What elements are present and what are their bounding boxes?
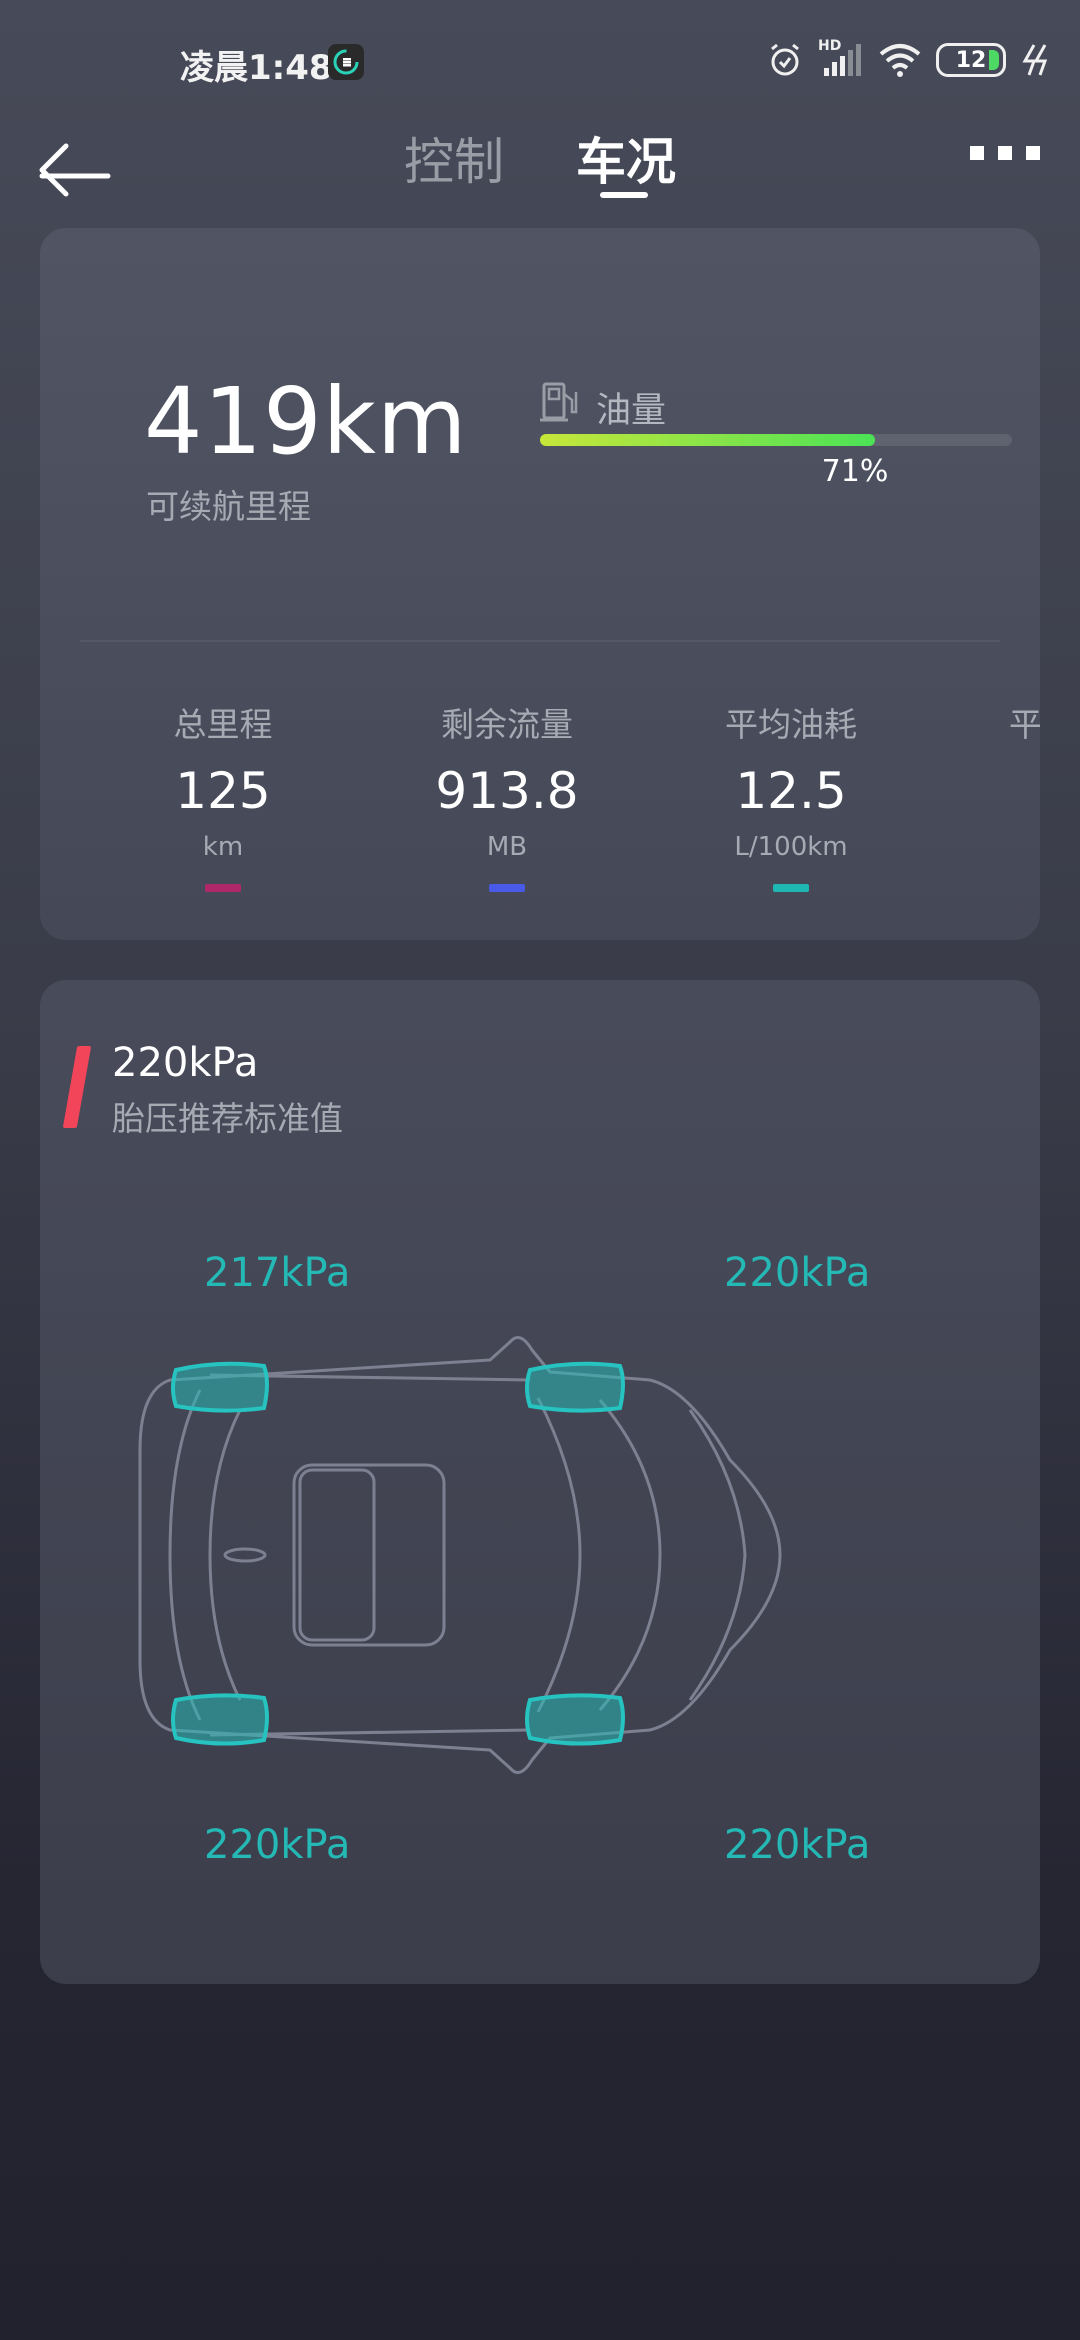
more-dot-icon (970, 146, 984, 160)
top-navigation: 控制 车况 (0, 110, 1080, 220)
more-dot-icon (998, 146, 1012, 160)
stat-average-fuel-consumption[interactable]: 平均油耗 12.5 L/100km (661, 698, 921, 892)
fuel-level-fill (540, 434, 875, 446)
tab-vehicle-status[interactable]: 车况 (576, 122, 676, 194)
tire-front-left (171, 1361, 269, 1413)
more-options-button[interactable] (970, 138, 1040, 168)
range-label: 可续航里程 (146, 487, 311, 526)
stat-total-mileage[interactable]: 总里程 125 km (93, 698, 353, 892)
tab-control[interactable]: 控制 (404, 122, 504, 194)
battery-icon: 12 (936, 43, 1006, 77)
wifi-icon (879, 44, 921, 77)
app-notification-icon (328, 44, 364, 80)
tire-rear-left (171, 1693, 269, 1746)
stat-value: 125 (175, 762, 271, 820)
stat-color-bar (489, 884, 525, 892)
fuel-label: 油量 (596, 391, 667, 431)
tire-pressure-front-left: 217kPa (204, 1250, 351, 1296)
status-icons: HD 12 (766, 38, 1050, 80)
tire-standard-label: 胎压推荐标准值 (112, 1099, 343, 1138)
stat-unit: MB (486, 832, 528, 862)
divider (80, 640, 1000, 642)
stat-value: 1 (945, 762, 1040, 824)
accent-marker (62, 1046, 92, 1128)
stat-color-bar (773, 884, 809, 892)
tire-pressure-card: 220kPa 胎压推荐标准值 217kPa 220kPa 220kPa 220k… (40, 980, 1040, 1984)
fuel-percent: 71% (821, 454, 889, 489)
active-tab-indicator (600, 192, 648, 198)
tire-standard-value: 220kPa (112, 1040, 259, 1086)
tire-rear-right (525, 1693, 625, 1746)
stat-value: 12.5 (735, 762, 847, 820)
range-value: 419km (144, 368, 468, 475)
stat-label: 剩余流量 (441, 705, 573, 744)
alarm-icon (771, 43, 799, 76)
tire-front-right (525, 1361, 625, 1413)
car-top-view-illustration (138, 1336, 782, 1774)
battery-level: 12 (955, 47, 987, 73)
stat-remaining-data[interactable]: 剩余流量 913.8 MB (377, 698, 637, 892)
back-arrow-icon (39, 143, 111, 197)
more-dot-icon (1026, 146, 1040, 160)
status-time: 凌晨1:48 (180, 48, 333, 88)
stat-unit: km (945, 832, 1040, 868)
fuel-pump-icon (540, 382, 578, 422)
stat-label: 平均油耗 (725, 705, 857, 744)
stat-label: 平均车速 (1009, 705, 1040, 744)
range-card: 419km 可续航里程 油量 71% 总里程 125 km 剩余流量 913.8… (40, 228, 1040, 940)
stat-color-bar (205, 884, 241, 892)
stat-average-speed[interactable]: 平均车速 1 km (945, 698, 1040, 892)
tire-pressure-rear-right: 220kPa (724, 1822, 871, 1868)
stat-unit: L/100km (734, 832, 848, 862)
stat-unit: km (202, 832, 244, 862)
fuel-level-bar (540, 434, 1012, 446)
signal-icon: HD (818, 38, 864, 80)
stat-label: 总里程 (173, 705, 273, 744)
stat-value: 913.8 (435, 762, 579, 820)
charging-icon (1022, 44, 1048, 76)
back-button[interactable] (36, 130, 116, 200)
tire-pressure-rear-left: 220kPa (204, 1822, 351, 1868)
tire-pressure-front-right: 220kPa (724, 1250, 871, 1296)
